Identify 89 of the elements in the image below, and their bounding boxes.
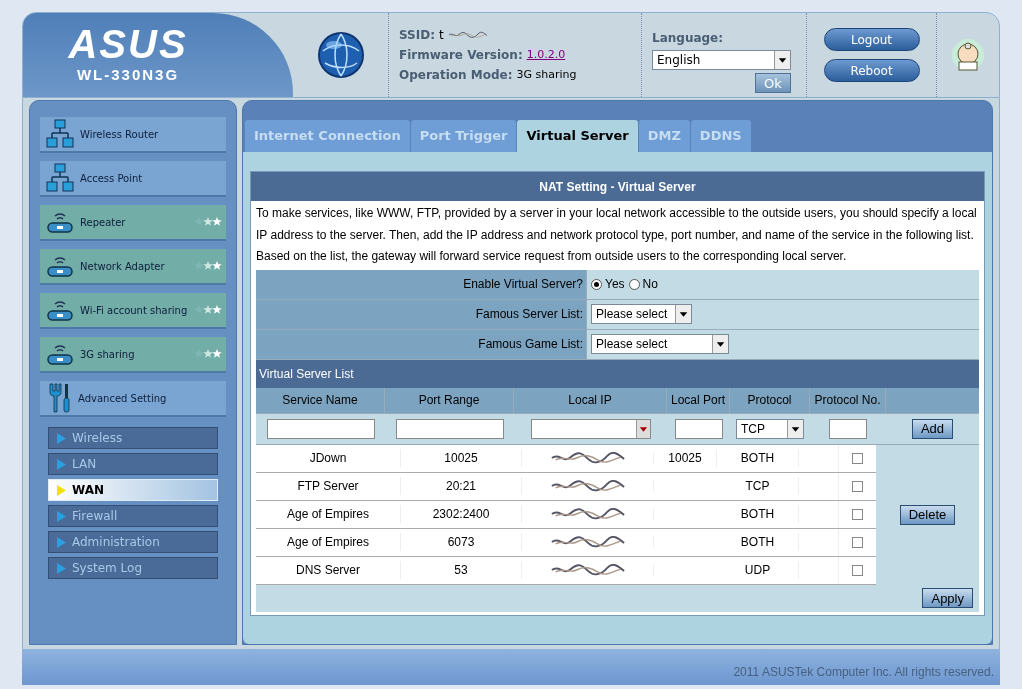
apply-button[interactable]: Apply (922, 588, 973, 608)
sidebar-item[interactable]: 3G sharing (40, 337, 226, 373)
field-label: Famous Server List: (475, 306, 583, 323)
ssid-label: SSID: (399, 27, 435, 44)
table-cell-text: 10025 (668, 450, 702, 467)
table-cell: 6073 (401, 533, 522, 551)
game-select[interactable]: Please select (591, 334, 729, 354)
field-label: Famous Game List: (478, 336, 583, 353)
redacted-scribble-icon (549, 564, 626, 576)
sidebar-item[interactable]: Wi-Fi account sharing (40, 293, 226, 329)
ssid-value: t (439, 27, 444, 44)
network-icon (46, 119, 74, 149)
play-arrow-icon (57, 562, 66, 574)
sidebar-item[interactable]: Network Adapter (40, 249, 226, 285)
stars-icon (195, 217, 223, 227)
header-button[interactable]: Reboot (823, 59, 920, 82)
column-header: Protocol (730, 387, 810, 413)
stars-icon (195, 305, 223, 315)
protocol-select[interactable]: TCP (736, 418, 804, 439)
language-label: Language: (652, 30, 725, 47)
table-cell: 20:21 (401, 477, 522, 495)
sidebar-item[interactable]: Wireless Router (40, 117, 226, 153)
table-cell: BOTH (717, 505, 799, 523)
table-cell: TCP (717, 477, 799, 495)
copyright-text: 2011 ASUSTek Computer Inc. All rights reserved. (733, 664, 994, 681)
protocol-number-input[interactable] (829, 418, 867, 439)
play-arrow-icon (57, 484, 66, 496)
redacted-scribble-icon (549, 480, 626, 492)
redacted-scribble-icon (447, 29, 488, 41)
network-icon (46, 163, 74, 193)
radio-option[interactable]: Yes (591, 275, 625, 293)
column-header: Protocol No. (810, 387, 886, 413)
play-arrow-icon (57, 432, 66, 444)
delete-button[interactable]: Delete (899, 504, 956, 525)
globe-icon (316, 31, 365, 79)
table-cell: Age of Empires (256, 533, 401, 551)
model-name: WL-330N3G (76, 64, 180, 85)
table-cell: JDown (256, 449, 401, 467)
redacted-scribble-icon (549, 452, 626, 464)
mode-label: Operation Mode: (399, 67, 513, 84)
column-header: Local Port (667, 387, 730, 413)
redacted-scribble-icon (549, 508, 626, 520)
stars-icon (195, 261, 223, 271)
submenu-item[interactable]: WAN (48, 479, 218, 501)
panel-title: NAT Setting - Virtual Server (251, 172, 984, 201)
row-checkbox[interactable] (852, 508, 863, 520)
play-arrow-icon (57, 458, 66, 470)
table-cell: DNS Server (256, 561, 401, 579)
firmware-link[interactable]: 1.0.2.0 (526, 46, 566, 64)
language-select[interactable]: English (652, 50, 791, 70)
add-button[interactable]: Add (911, 418, 954, 439)
local-port-input[interactable] (674, 418, 723, 439)
table-cell: UDP (717, 561, 799, 579)
table-cell: Age of Empires (256, 505, 401, 523)
redacted-scribble-icon (549, 536, 626, 548)
local-ip-select[interactable] (530, 418, 651, 439)
tab[interactable]: Virtual Server (517, 120, 638, 152)
server-select[interactable]: Please select (591, 304, 692, 324)
firmware-label: Firmware Version: (399, 47, 523, 64)
field-label: Enable Virtual Server? (463, 276, 583, 293)
sidebar-item[interactable]: Advanced Setting (40, 381, 226, 417)
port-range-input[interactable] (395, 418, 504, 439)
column-header: Service Name (256, 387, 385, 413)
sidebar-item[interactable]: Access Point (40, 161, 226, 197)
header-button[interactable]: Logout (823, 28, 920, 51)
row-checkbox[interactable] (852, 452, 863, 464)
mode-value: 3G sharing (516, 66, 577, 83)
table-cell: 53 (401, 561, 522, 579)
stars-icon (195, 349, 223, 359)
column-header: Local IP (514, 387, 667, 413)
play-arrow-icon (57, 510, 66, 522)
description-text: To make services, like WWW, FTP, provided by a server in your local network accessible to the outside users, you should specify a local IP address to the server. Then, add the IP address and network protocol type, port number, and name of the service in the following list. Based on the list, the gateway will forward service request from outside users to the corresponding local server. (255, 205, 978, 265)
list-title: Virtual Server List (256, 359, 979, 388)
row-checkbox[interactable] (852, 480, 863, 492)
table-cell: FTP Server (256, 477, 401, 495)
table-cell: 2302:2400 (401, 505, 522, 523)
tools-icon (46, 382, 72, 414)
row-checkbox[interactable] (852, 536, 863, 548)
table-cell: BOTH (717, 449, 799, 467)
sidebar-item[interactable]: Repeater (40, 205, 226, 241)
logo: ASUS (68, 23, 188, 64)
table-cell: BOTH (717, 533, 799, 551)
play-arrow-icon (57, 536, 66, 548)
service-name-input[interactable] (266, 418, 375, 439)
table-cell: 10025 (401, 449, 522, 467)
radio-option[interactable]: No (628, 275, 658, 293)
row-checkbox[interactable] (852, 564, 863, 576)
column-header: Port Range (385, 387, 514, 413)
mascot-icon (951, 38, 985, 72)
